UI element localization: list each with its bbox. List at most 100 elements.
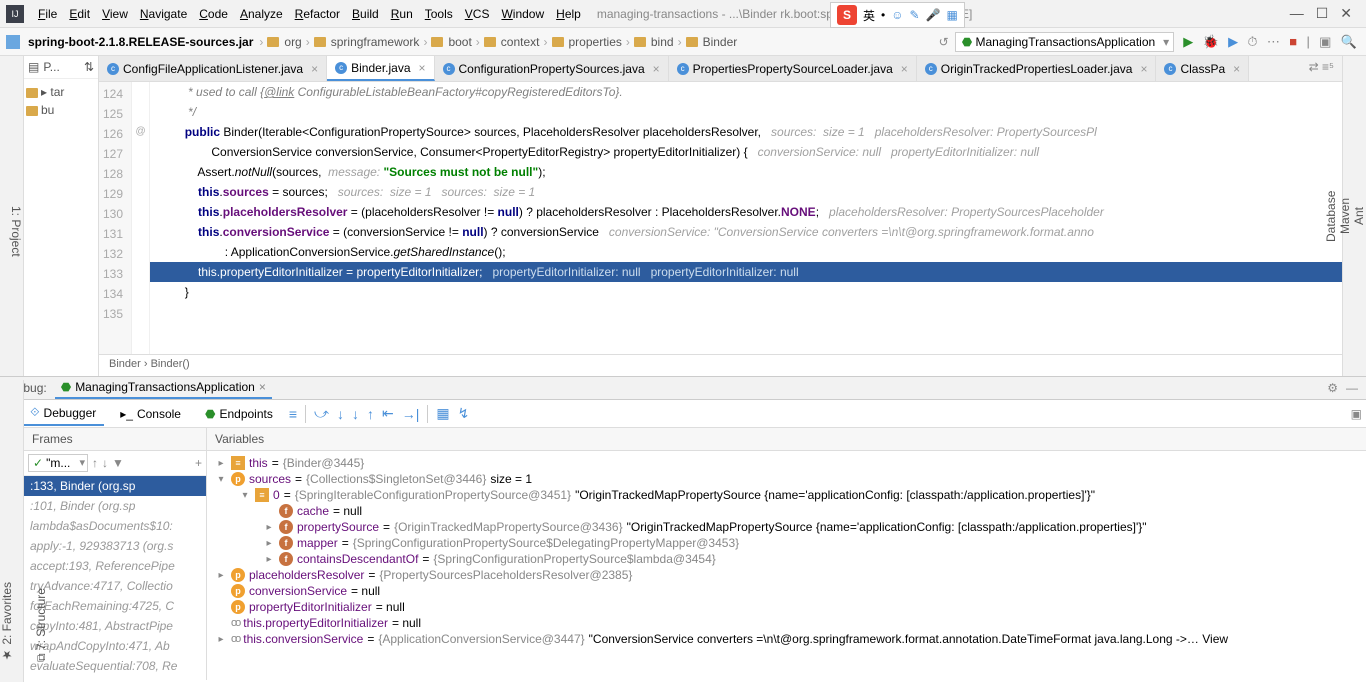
variable-node[interactable]: ▸oothis.conversionService = {Application… <box>207 631 1366 647</box>
layout-icon[interactable]: ▣ <box>1319 34 1331 49</box>
menu-view[interactable]: View <box>96 4 134 24</box>
close-tab-icon[interactable]: × <box>1233 62 1240 76</box>
editor-tab[interactable]: cOriginTrackedPropertiesLoader.java× <box>917 56 1157 81</box>
menu-tools[interactable]: Tools <box>419 4 459 24</box>
stack-frame[interactable]: apply:-1, 929383713 (org.s <box>24 536 206 556</box>
crumb-properties[interactable]: properties <box>569 35 622 49</box>
crumb-context[interactable]: context <box>501 35 540 49</box>
project-view-combo[interactable]: P... <box>43 60 59 74</box>
editor-tab[interactable]: cPropertiesPropertySourceLoader.java× <box>669 56 917 81</box>
close-tab-icon[interactable]: × <box>419 61 426 75</box>
stack-frame[interactable]: :101, Binder (org.sp <box>24 496 206 516</box>
menu-navigate[interactable]: Navigate <box>134 4 193 24</box>
menu-vcs[interactable]: VCS <box>459 4 496 24</box>
stack-frame[interactable]: evaluate:234, AbstractPipe <box>24 676 206 680</box>
evaluate-icon[interactable]: ▦ <box>436 405 449 422</box>
project-item[interactable]: bu <box>26 101 96 119</box>
menu-refactor[interactable]: Refactor <box>289 4 346 24</box>
minimize-panel-icon[interactable]: — <box>1346 381 1358 395</box>
step-over-icon[interactable]: ⤻ <box>314 405 329 422</box>
endpoints-tab[interactable]: ⬣Endpoints <box>197 403 281 425</box>
add-icon[interactable]: + <box>195 456 202 470</box>
close-tab-icon[interactable]: × <box>653 62 660 76</box>
run-to-cursor-icon[interactable]: →| <box>402 406 420 422</box>
mic-icon[interactable]: 🎤 <box>926 8 941 22</box>
code-area[interactable]: 124125126127128129130131132133134135 @ *… <box>99 82 1342 354</box>
step-into-icon[interactable]: ↓ <box>337 406 344 422</box>
maximize-icon[interactable]: ☐ <box>1316 5 1329 22</box>
close-tab-icon[interactable]: × <box>1140 62 1147 76</box>
crumb-org[interactable]: org <box>284 35 301 49</box>
stack-frame[interactable]: evaluateSequential:708, Re <box>24 656 206 676</box>
menu-analyze[interactable]: Analyze <box>234 4 289 24</box>
force-step-into-icon[interactable]: ↓ <box>352 406 359 422</box>
prev-frame-icon[interactable]: ↑ <box>92 456 98 470</box>
minimize-icon[interactable]: — <box>1290 5 1304 22</box>
ant-tab[interactable]: Ant <box>1352 56 1366 376</box>
stack-frame[interactable]: accept:193, ReferencePipe <box>24 556 206 576</box>
crumb-bind[interactable]: bind <box>651 35 674 49</box>
crumb-springframework[interactable]: springframework <box>331 35 420 49</box>
stack-frame[interactable]: wrapAndCopyInto:471, Ab <box>24 636 206 656</box>
favorites-tab[interactable]: ★ 2: Favorites <box>0 380 14 662</box>
attach-icon[interactable]: ⋯ <box>1267 34 1280 49</box>
variable-node[interactable]: ▸≡this = {Binder@3445} <box>207 455 1366 471</box>
debug-icon[interactable]: 🐞 <box>1203 34 1219 49</box>
menu-window[interactable]: Window <box>495 4 550 24</box>
filter-icon[interactable]: ▼ <box>112 456 124 470</box>
console-tab[interactable]: ▸_Console <box>112 403 189 425</box>
jar-name[interactable]: spring-boot-2.1.8.RELEASE-sources.jar <box>28 35 253 49</box>
maven-tab[interactable]: Maven <box>1338 56 1352 376</box>
menu-file[interactable]: File <box>32 4 63 24</box>
stack-frame[interactable]: tryAdvance:4717, Collectio <box>24 576 206 596</box>
emoji-icon[interactable]: ☺ <box>891 8 903 22</box>
profile-icon[interactable]: ⏱ <box>1247 34 1257 49</box>
editor-tab[interactable]: cConfigFileApplicationListener.java× <box>99 56 327 81</box>
close-icon[interactable]: ✕ <box>1340 5 1352 22</box>
variable-node[interactable]: ▾psources = {Collections$SingletonSet@34… <box>207 471 1366 487</box>
stack-frame[interactable]: lambda$asDocuments$10: <box>24 516 206 536</box>
variable-node[interactable]: ▸fpropertySource = {OriginTrackedMapProp… <box>207 519 1366 535</box>
variable-node[interactable]: ▸fcontainsDescendantOf = {SpringConfigur… <box>207 551 1366 567</box>
variable-node[interactable]: fcache = null <box>207 503 1366 519</box>
drop-frame-icon[interactable]: ⇤ <box>382 405 394 422</box>
database-tab[interactable]: Database <box>1324 56 1338 376</box>
variable-node[interactable]: oothis.propertyEditorInitializer = null <box>207 615 1366 631</box>
step-out-icon[interactable]: ↑ <box>367 406 374 422</box>
gear-icon[interactable]: ⚙ <box>1327 381 1338 395</box>
crumb-boot[interactable]: boot <box>448 35 471 49</box>
pencil-icon[interactable]: ✎ <box>909 8 919 22</box>
ime-lang[interactable]: 英 <box>863 7 875 24</box>
grid-icon[interactable]: ▦ <box>947 8 958 22</box>
editor-breadcrumb[interactable]: Binder › Binder() <box>99 354 1342 376</box>
left-stripe[interactable]: 1: Project <box>0 56 24 376</box>
menu-build[interactable]: Build <box>346 4 385 24</box>
editor-tab[interactable]: cBinder.java× <box>327 56 434 81</box>
editor-tab[interactable]: cClassPa× <box>1156 56 1249 81</box>
stack-frame[interactable]: forEachRemaining:4725, C <box>24 596 206 616</box>
variable-node[interactable]: ▸fmapper = {SpringConfigurationPropertyS… <box>207 535 1366 551</box>
stack-frame[interactable]: :133, Binder (org.sp <box>24 476 206 496</box>
debug-session-tab[interactable]: ⬣ManagingTransactionsApplication× <box>55 377 272 399</box>
editor-tab[interactable]: cConfigurationPropertySources.java× <box>435 56 669 81</box>
coverage-icon[interactable]: ▶ <box>1228 34 1238 49</box>
run-icon[interactable]: ▶ <box>1183 34 1193 49</box>
menu-code[interactable]: Code <box>193 4 234 24</box>
variable-node[interactable]: ppropertyEditorInitializer = null <box>207 599 1366 615</box>
layout-settings-icon[interactable]: ▣ <box>1351 407 1362 421</box>
threads-icon[interactable]: ≡ <box>289 406 297 422</box>
stack-frame[interactable]: copyInto:481, AbstractPipe <box>24 616 206 636</box>
variable-node[interactable]: ▾≡0 = {SpringIterableConfigurationProper… <box>207 487 1366 503</box>
structure-tab[interactable]: ⧉ 7: Structure <box>34 380 48 662</box>
menu-run[interactable]: Run <box>385 4 419 24</box>
stop-icon[interactable]: ■ <box>1289 34 1297 49</box>
variable-node[interactable]: pconversionService = null <box>207 583 1366 599</box>
trace-icon[interactable]: ↯ <box>458 405 470 422</box>
run-config-combo[interactable]: ⬣ ManagingTransactionsApplication <box>955 32 1175 52</box>
crumb-Binder[interactable]: Binder <box>703 35 738 49</box>
project-item[interactable]: ▸ tar <box>26 83 96 101</box>
close-tab-icon[interactable]: × <box>901 62 908 76</box>
search-icon[interactable]: 🔍 <box>1341 34 1357 49</box>
variable-node[interactable]: ▸pplaceholdersResolver = {PropertySource… <box>207 567 1366 583</box>
menu-edit[interactable]: Edit <box>63 4 96 24</box>
